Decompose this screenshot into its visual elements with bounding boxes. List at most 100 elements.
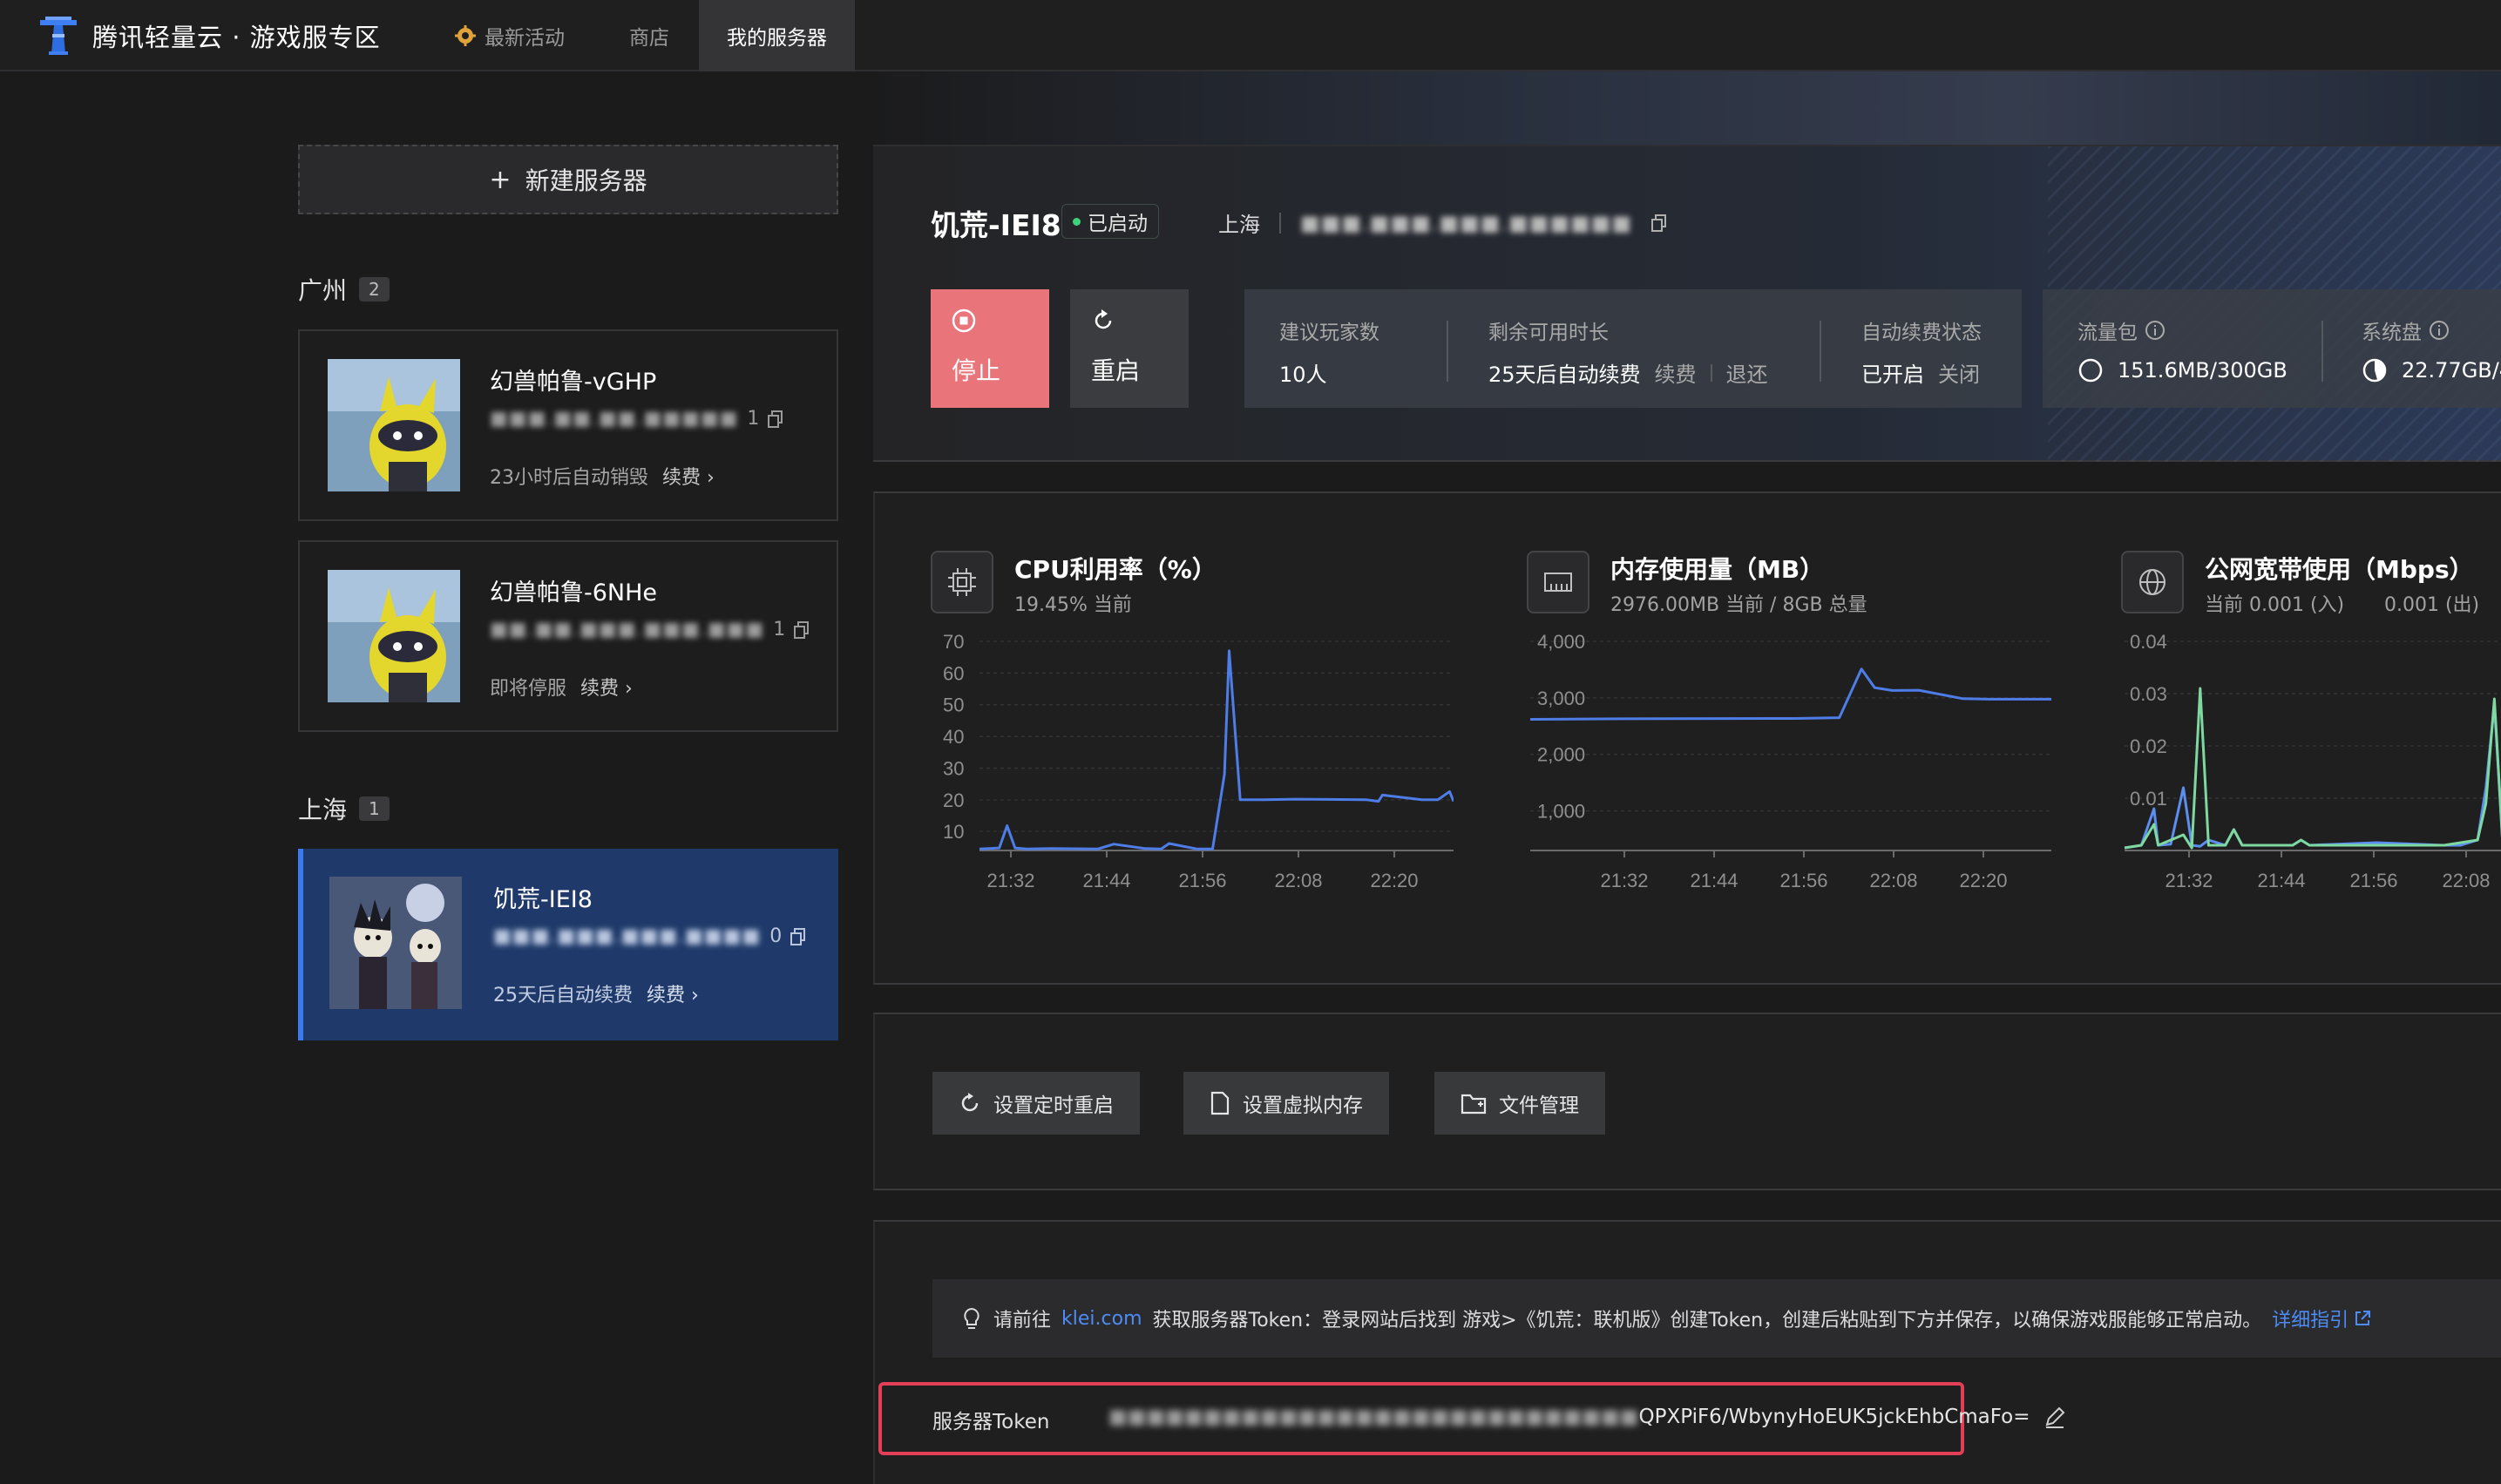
nav-latest-activity-label: 最新活动 [485, 27, 565, 50]
server-info-box: 建议玩家数 10人 剩余可用时长 25天后自动续费 续费 退还 自动续费状态 已… [1244, 289, 2022, 408]
divider [2321, 321, 2323, 382]
disk-value-row: 22.77GB/4 [2362, 357, 2501, 383]
renew-link[interactable]: 续费 › [580, 673, 633, 701]
disk-label: 系统盘 [2362, 322, 2422, 344]
players-label: 建议玩家数 [1279, 322, 1379, 344]
bandwidth-title: 公网宽带使用（Mbps） [2205, 555, 2474, 584]
nav-my-servers-label: 我的服务器 [727, 27, 827, 50]
x-tick-label: 22:20 [1959, 870, 2007, 891]
info-icon[interactable] [2145, 320, 2166, 341]
nav-shop[interactable]: 商店 [629, 0, 669, 71]
document-icon [1210, 1091, 1230, 1115]
cpu-subtitle: 19.45% 当前 [1014, 594, 1132, 616]
server-status: 即将停服 [490, 678, 567, 700]
server-card-vghp[interactable]: 幻兽帕鲁-vGHP ■■■.■■.■■.■■■■■ 1 23小时后自动销毁 续费… [298, 329, 838, 521]
remaining-label: 剩余可用时长 [1488, 322, 1609, 344]
memory-subtitle: 2976.00MB 当前 / 8GB 总量 [1610, 594, 1867, 616]
series-line [979, 649, 1454, 850]
new-server-label: 新建服务器 [525, 166, 647, 195]
series-line [1529, 667, 2051, 721]
resource-info-box: 流量包 151.6MB/300GB 系统盘 22.77GB/4 [2043, 289, 2501, 408]
new-server-button[interactable]: + 新建服务器 [298, 145, 838, 214]
memory-chart: 1,000 2,000 3,000 4,000 21:32 21:44 21:56 22:08… [1529, 633, 2051, 891]
schedule-restart-button[interactable]: 设置定时重启 [932, 1072, 1140, 1135]
y-tick-label: 40 [943, 726, 964, 748]
autorenew-off-link[interactable]: 关闭 [1938, 357, 1980, 388]
y-tick-label: 3,000 [1537, 688, 1585, 709]
server-name: 幻兽帕鲁-vGHP [490, 369, 657, 396]
notice-body: 获取服务器Token：登录网站后找到 游戏>《饥荒：联机版》创建Token，创建… [1152, 1310, 2262, 1332]
klei-link[interactable]: klei.com [1061, 1308, 1142, 1330]
memory-icon [1527, 551, 1589, 613]
virtual-memory-button[interactable]: 设置虚拟内存 [1183, 1072, 1389, 1135]
gear-badge-icon [455, 25, 476, 46]
nav-shop-label: 商店 [629, 27, 669, 50]
renew-link[interactable]: 续费 [1655, 357, 1697, 388]
y-tick-label: 1,000 [1537, 801, 1585, 823]
x-tick-label: 21:56 [1779, 870, 1827, 891]
token-visible-part: QPXPiF6/WbynyHoEUK5jckEhbCmaFo= [1638, 1406, 2030, 1428]
server-status: 23小时后自动销毁 [490, 467, 648, 489]
nav-latest-activity[interactable]: 最新活动 [455, 0, 565, 71]
server-card-6nhe[interactable]: 幻兽帕鲁-6NHe ■■.■■.■■■.■■■.■■■ 1 即将停服 续费 › [298, 540, 838, 732]
copy-icon[interactable] [768, 410, 783, 428]
region-count-badge: 1 [359, 796, 390, 821]
y-tick-label: 0.02 [2130, 735, 2167, 757]
refund-link[interactable]: 退还 [1726, 357, 1768, 388]
traffic-label-row: 流量包 [2077, 315, 2166, 345]
x-tick-label: 21:32 [2165, 870, 2213, 891]
edit-icon[interactable] [2043, 1405, 2067, 1429]
folder-icon [1461, 1094, 1487, 1115]
stop-button[interactable]: 停止 [931, 289, 1049, 408]
renew-link[interactable]: 续费 › [647, 979, 699, 1007]
cpu-chart: 10 20 30 40 50 60 70 21:32 21:44 21:56 22:08 22:20 [943, 633, 1454, 891]
info-icon[interactable] [2429, 320, 2450, 341]
remaining-value: 25天后自动续费 [1488, 363, 1641, 387]
token-label: 服务器Token [932, 1411, 1050, 1433]
token-redacted: ■■■■■■■■■■■■■■■■■■■■■■■■■■■■ [1108, 1406, 1639, 1428]
server-title: 饥荒-IEI8 [931, 208, 1061, 242]
series-line [2124, 687, 2501, 850]
server-name: 饥荒-IEI8 [493, 886, 593, 913]
lightbulb-icon [964, 1307, 979, 1329]
palworld-thumbnail-image [328, 359, 460, 491]
server-thumbnail [329, 877, 462, 1009]
server-ip: ■■■.■■■.■■■.■■■■ 0 [493, 925, 806, 947]
cpu-icon [931, 551, 993, 613]
restart-button[interactable]: 重启 [1070, 289, 1189, 408]
hero-banner [873, 71, 2501, 145]
server-token-row[interactable]: 服务器Token ■■■■■■■■■■■■■■■■■■■■■■■■■■■■ QP… [878, 1382, 2064, 1455]
players-value: 10人 [1279, 363, 1327, 387]
x-tick-label: 21:32 [986, 870, 1034, 891]
brand[interactable]: 腾讯轻量云 · 游戏服专区 [38, 12, 381, 59]
lighthouse-logo-icon [40, 17, 77, 55]
usage-ring-icon [2078, 358, 2103, 383]
notice-prefix: 请前往 [993, 1310, 1052, 1332]
virtual-memory-label: 设置虚拟内存 [1243, 1094, 1363, 1117]
region-guangzhou: 广州 2 [298, 272, 390, 307]
nav-my-servers[interactable]: 我的服务器 [699, 0, 855, 71]
token-value: ■■■■■■■■■■■■■■■■■■■■■■■■■■■■ QPXPiF6/Wby… [1108, 1405, 2067, 1429]
region-name: 广州 [298, 276, 348, 305]
dont-starve-thumbnail-image [329, 877, 462, 1009]
ip-suffix: 1 [747, 408, 760, 430]
copy-icon[interactable] [790, 927, 806, 945]
file-manager-button[interactable]: 文件管理 [1434, 1072, 1605, 1135]
plus-icon: + [489, 164, 512, 195]
monitoring-panel: CPU利用率（%） 19.45% 当前 10 20 30 40 50 60 70 21:32 2… [873, 491, 2501, 985]
series-line [2124, 702, 2501, 850]
copy-icon[interactable] [1651, 213, 1667, 232]
autorenew-value: 已开启 [1861, 363, 1924, 387]
renew-link[interactable]: 续费 › [662, 462, 715, 490]
bandwidth-subtitle-out: 0.001 (出) [2384, 594, 2480, 616]
y-tick-label: 10 [943, 821, 964, 843]
stop-label: 停止 [952, 356, 1001, 385]
server-card-iei8[interactable]: 饥荒-IEI8 ■■■.■■■.■■■.■■■■ 0 25天后自动续费 续费 › [298, 849, 838, 1040]
divider [1279, 212, 1281, 234]
server-region-row: 上海 ■■■.■■■.■■■.■■■■■■ [1218, 207, 1667, 238]
guide-link[interactable]: 详细指引 [2272, 1304, 2371, 1332]
x-tick-label: 21:56 [1178, 870, 1226, 891]
palworld-thumbnail-image [328, 570, 460, 702]
copy-icon[interactable] [794, 620, 810, 639]
status-text: 已启动 [1088, 213, 1148, 235]
